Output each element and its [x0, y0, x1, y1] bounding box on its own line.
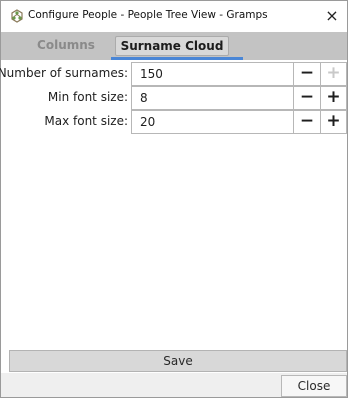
surname-cloud-panel: Number of surnames: 150 − + Min font siz…	[0, 60, 347, 348]
tab-bar: Columns Surname Cloud	[1, 32, 347, 60]
increment-button[interactable]: +	[321, 110, 347, 134]
tab-columns[interactable]: Columns	[31, 36, 101, 56]
tab-surname-cloud[interactable]: Surname Cloud	[115, 36, 229, 56]
decrement-button[interactable]: −	[293, 62, 321, 86]
close-window-icon[interactable]: ×	[321, 5, 343, 27]
setting-row-min-font-size: Min font size: 8 − +	[1, 86, 347, 110]
min-font-size-input[interactable]: 8	[131, 86, 293, 110]
configure-dialog: Configure People - People Tree View - Gr…	[0, 0, 348, 398]
decrement-button[interactable]: −	[293, 86, 321, 110]
increment-button[interactable]: +	[321, 62, 347, 86]
setting-row-number-of-surnames: Number of surnames: 150 − +	[0, 62, 347, 86]
gramps-tree-icon	[9, 9, 25, 23]
setting-row-max-font-size: Max font size: 20 − +	[1, 110, 347, 134]
save-button[interactable]: Save	[9, 350, 347, 372]
window-title: Configure People - People Tree View - Gr…	[28, 9, 268, 21]
setting-label: Min font size:	[47, 90, 128, 104]
number-of-surnames-input[interactable]: 150	[131, 62, 293, 86]
setting-label: Max font size:	[44, 114, 128, 128]
max-font-size-input[interactable]: 20	[131, 110, 293, 134]
title-bar: Configure People - People Tree View - Gr…	[1, 1, 347, 31]
dialog-footer: Close	[1, 373, 347, 397]
close-button[interactable]: Close	[281, 375, 347, 397]
setting-label: Number of surnames:	[0, 66, 128, 80]
increment-button[interactable]: +	[321, 86, 347, 110]
decrement-button[interactable]: −	[293, 110, 321, 134]
